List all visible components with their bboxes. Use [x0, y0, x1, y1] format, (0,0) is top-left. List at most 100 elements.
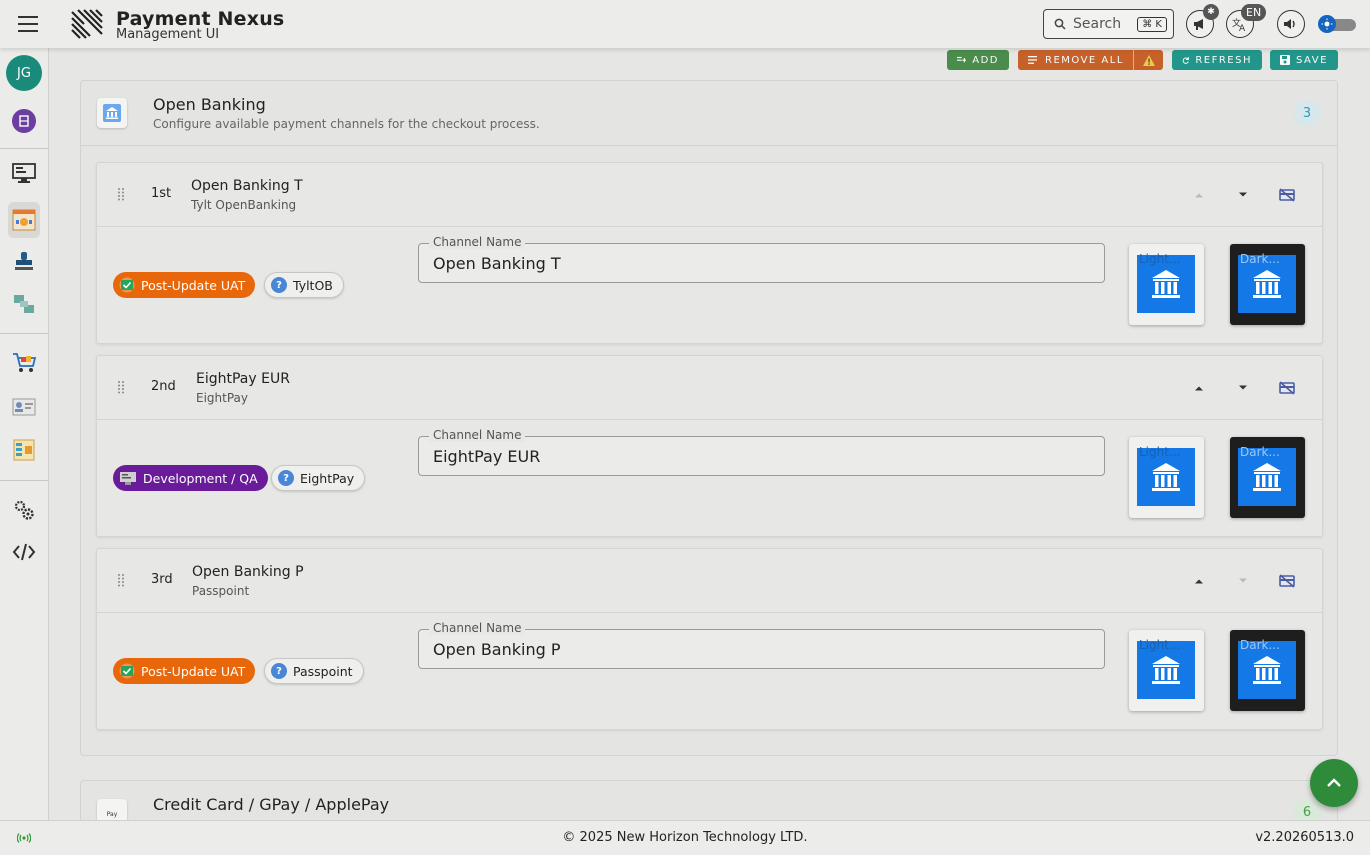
dark-logo-upload[interactable]: Dark...	[1230, 244, 1305, 325]
chevron-up-icon	[1327, 778, 1341, 787]
caret-down-icon	[1239, 578, 1247, 583]
channel-card: 1st Open Banking T Tylt OpenBanking Post…	[96, 162, 1323, 344]
channel-title: Open Banking P	[192, 564, 304, 580]
main-content: ADD REMOVE ALL REFRESH SAVE Open Banking…	[49, 48, 1370, 820]
disable-channel-button[interactable]	[1277, 571, 1297, 591]
sidebar-item-settings[interactable]	[8, 494, 40, 526]
light-logo-label: Light...	[1139, 252, 1181, 266]
dark-logo-label: Dark...	[1240, 445, 1280, 459]
disable-channel-button[interactable]	[1277, 378, 1297, 398]
dark-logo-upload[interactable]: Dark...	[1230, 437, 1305, 518]
sidebar-item-dashboard[interactable]	[8, 434, 40, 466]
environment-chip: Post-Update UAT	[113, 658, 256, 684]
light-logo-upload[interactable]: Light...	[1129, 630, 1204, 711]
sidebar-item-stamp[interactable]	[8, 245, 40, 277]
move-up-button[interactable]	[1189, 571, 1209, 591]
search-shortcut: ⌘ K	[1137, 16, 1167, 32]
menu-icon[interactable]	[18, 16, 38, 32]
light-logo-upload[interactable]: Light...	[1129, 437, 1204, 518]
theme-toggle[interactable]	[1318, 15, 1356, 33]
apple-pay-icon-text: Pay	[106, 810, 118, 818]
sidebar-item-monitor[interactable]	[8, 157, 40, 189]
apple-pay-icon: Pay	[97, 799, 127, 820]
drag-handle-icon[interactable]	[117, 380, 127, 394]
environment-chip: Post-Update UAT	[113, 272, 256, 298]
move-up-button[interactable]	[1189, 378, 1209, 398]
channel-name-field[interactable]: Channel Name Open Banking P	[418, 621, 1105, 669]
section-description: Configure available payment channels for…	[153, 117, 540, 131]
caret-down-icon	[1239, 385, 1247, 390]
drag-handle-icon[interactable]	[117, 187, 127, 201]
move-down-button[interactable]	[1233, 378, 1253, 398]
search-input[interactable]: Search ⌘ K	[1043, 9, 1174, 39]
hide-card-icon	[1279, 574, 1295, 588]
channel-card: 2nd EightPay EUR EightPay Development / …	[96, 355, 1323, 537]
sidebar-item-apps[interactable]	[8, 105, 40, 137]
drag-handle-icon[interactable]	[117, 573, 127, 587]
save-label: SAVE	[1296, 54, 1328, 66]
app-badge-icon	[12, 109, 36, 133]
add-list-icon	[957, 56, 967, 63]
move-down-button[interactable]	[1233, 185, 1253, 205]
hide-card-icon	[1279, 381, 1295, 395]
open-banking-section: Open Banking Configure available payment…	[80, 80, 1338, 756]
disable-channel-button[interactable]	[1277, 185, 1297, 205]
save-button[interactable]: SAVE	[1270, 50, 1338, 70]
provider-chip: ? Passpoint	[264, 658, 364, 684]
scroll-to-top-button[interactable]	[1310, 759, 1358, 807]
transfer-icon	[14, 295, 34, 313]
provider-chip: ? TyltOB	[264, 272, 344, 298]
channel-name-field[interactable]: Channel Name Open Banking T	[418, 235, 1105, 283]
footer: © 2025 New Horizon Technology LTD. v2.20…	[0, 820, 1370, 855]
channel-name-label: Channel Name	[429, 621, 526, 635]
bank-icon	[97, 98, 127, 128]
channel-name-field[interactable]: Channel Name EightPay EUR	[418, 428, 1105, 476]
environment-label: Post-Update UAT	[141, 663, 246, 679]
sidebar-item-contacts[interactable]	[8, 391, 40, 423]
section-header: Open Banking Configure available payment…	[81, 81, 1337, 146]
light-logo-label: Light...	[1139, 638, 1181, 652]
settings-icon	[14, 500, 34, 520]
add-button-label: ADD	[972, 54, 999, 66]
light-logo-label: Light...	[1139, 445, 1181, 459]
section-title: Open Banking	[153, 95, 266, 114]
channel-title: Open Banking T	[191, 178, 303, 194]
provider-label: TyltOB	[293, 277, 333, 293]
help-icon: ?	[271, 663, 287, 679]
id-card-icon	[12, 398, 36, 416]
light-logo-upload[interactable]: Light...	[1129, 244, 1204, 325]
remove-all-label: REMOVE ALL	[1045, 54, 1124, 66]
channel-count-badge: 3	[1293, 100, 1321, 126]
channel-rank: 1st	[151, 186, 172, 201]
search-placeholder: Search	[1073, 16, 1122, 32]
code-icon	[12, 543, 36, 561]
move-down-button[interactable]	[1233, 571, 1253, 591]
environment-chip: Development / QA	[113, 465, 268, 491]
avatar[interactable]: JG	[6, 55, 42, 91]
payment-window-icon	[12, 209, 36, 231]
sidebar-item-payment-channels[interactable]	[8, 202, 40, 238]
remove-all-button[interactable]: REMOVE ALL	[1018, 50, 1163, 70]
dark-logo-upload[interactable]: Dark...	[1230, 630, 1305, 711]
environment-label: Post-Update UAT	[141, 277, 246, 293]
dev-monitor-icon	[120, 472, 136, 485]
move-up-button[interactable]	[1189, 185, 1209, 205]
caret-up-icon	[1195, 579, 1203, 584]
refresh-label: REFRESH	[1195, 54, 1252, 66]
sound-button[interactable]	[1277, 10, 1305, 38]
language-badge: EN	[1241, 4, 1267, 21]
dashboard-icon	[13, 439, 35, 461]
refresh-button[interactable]: REFRESH	[1172, 50, 1262, 70]
help-icon: ?	[271, 277, 287, 293]
sidebar-item-developer[interactable]	[8, 536, 40, 568]
sidebar-divider	[0, 333, 49, 334]
notification-badge-icon: ✱	[1203, 4, 1219, 20]
add-button[interactable]: ADD	[947, 50, 1009, 70]
channel-name-label: Channel Name	[429, 428, 526, 442]
sidebar-item-cart[interactable]	[8, 347, 40, 379]
megaphone-icon	[1194, 19, 1203, 30]
clear-list-icon	[1028, 56, 1037, 64]
sidebar-item-transfer[interactable]	[8, 288, 40, 320]
hide-card-icon	[1279, 188, 1295, 202]
channel-name-value: EightPay EUR	[433, 447, 541, 466]
